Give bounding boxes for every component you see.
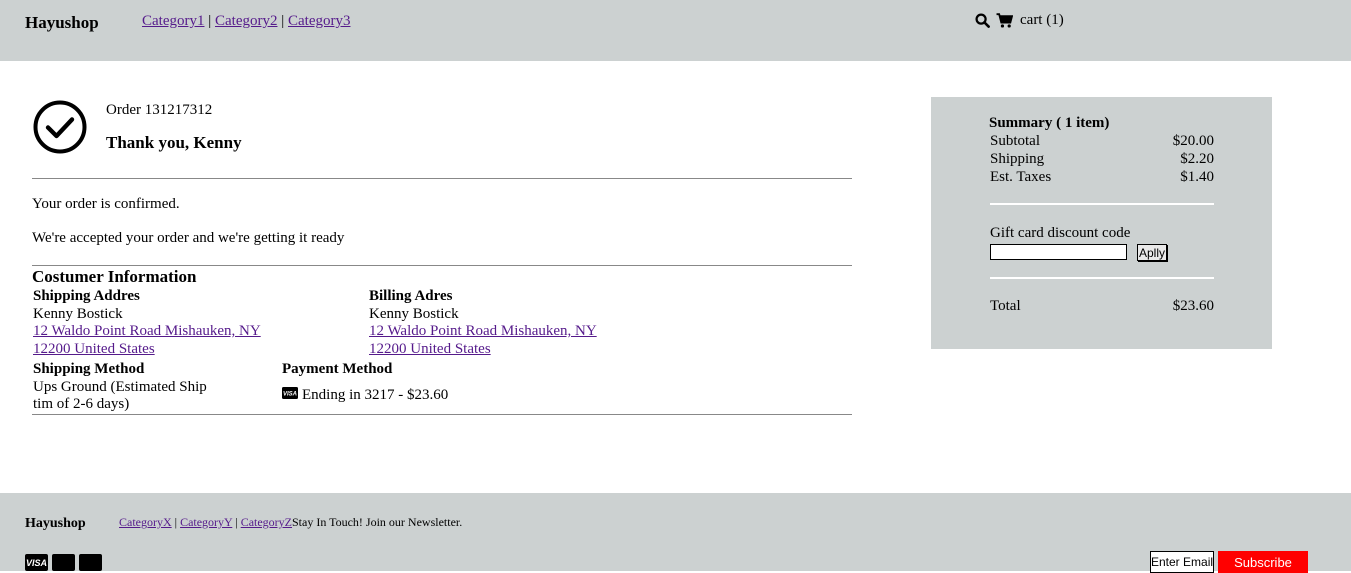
cart-icon[interactable]	[996, 13, 1013, 28]
summary-divider	[990, 203, 1214, 205]
shipping-address-line1[interactable]: 12 Waldo Point Road Mishauken, NY	[33, 323, 261, 339]
summary-divider	[990, 277, 1214, 279]
total-label: Total	[990, 298, 1021, 314]
gift-card-input[interactable]	[990, 244, 1127, 260]
nav-separator: |	[235, 515, 238, 529]
summary-row-taxes: Est. Taxes $1.40	[990, 169, 1214, 186]
top-header: Hayushop Category1 | Category2 | Categor…	[0, 0, 1351, 61]
summary-row-label: Est. Taxes	[990, 169, 1052, 185]
site-footer: Hayushop CategoryX | CategoryY | Categor…	[0, 493, 1351, 573]
order-number: Order 131217312	[106, 102, 213, 118]
summary-row-value: $20.00	[1172, 133, 1214, 149]
summary-row-total: Total $23.60	[990, 298, 1214, 315]
billing-address-line2[interactable]: 12200 United States	[369, 341, 491, 357]
header-tools: cart (1)	[975, 12, 1064, 29]
footer-link-categoryx[interactable]: CategoryX	[119, 515, 172, 529]
billing-address-line1[interactable]: 12 Waldo Point Road Mishauken, NY	[369, 323, 597, 339]
shipping-address-label: Shipping Addres	[33, 288, 140, 304]
summary-row-label: Shipping	[990, 151, 1045, 167]
billing-name: Kenny Bostick	[369, 305, 459, 322]
cart-link[interactable]: cart (1)	[1020, 12, 1064, 29]
shipping-method-line2: tim of 2-6 days)	[33, 396, 130, 412]
brand-logo[interactable]: Hayushop	[25, 13, 99, 33]
nav-separator: |	[174, 515, 178, 529]
nav-link-category2[interactable]: Category2	[215, 13, 277, 29]
card-icon	[52, 554, 75, 571]
summary-row-value: $2.20	[1180, 151, 1214, 167]
newsletter-email-input[interactable]	[1150, 551, 1214, 573]
nav-separator: |	[281, 13, 285, 29]
billing-address-label: Billing Adres	[369, 288, 453, 304]
footer-link-categoryy[interactable]: CategoryY	[180, 515, 232, 529]
shipping-method-label: Shipping Method	[33, 361, 145, 377]
nav-link-category1[interactable]: Category1	[142, 13, 204, 29]
footer-nav: CategoryX | CategoryY | CategoryZ	[119, 515, 292, 530]
footer-link-categoryz[interactable]: CategoryZ	[241, 515, 292, 529]
order-accepted-text: We're accepted your order and we're gett…	[32, 230, 345, 246]
subscribe-button[interactable]: Subscribe	[1218, 551, 1308, 573]
newsletter-text: Stay In Touch! Join our Newsletter.	[292, 515, 463, 529]
shipping-method-line1: Ups Ground (Estimated Ship	[33, 378, 207, 395]
order-summary-panel: Summary ( 1 item) Subtotal $20.00 Shippi…	[931, 97, 1272, 349]
card-icon	[79, 554, 102, 571]
shipping-address-block: Shipping Addres Kenny Bostick 12 Waldo P…	[33, 288, 261, 358]
customer-info-heading: Costumer Information	[32, 267, 197, 286]
payment-cards: VISA	[25, 554, 102, 571]
shipping-method-block: Shipping Method Ups Ground (Estimated Sh…	[33, 361, 207, 414]
visa-card-icon: VISA	[282, 386, 298, 405]
summary-row-shipping: Shipping $2.20	[990, 151, 1214, 168]
divider	[32, 178, 852, 179]
svg-text:VISA: VISA	[283, 391, 297, 397]
nav-separator: |	[208, 13, 212, 29]
order-confirmed-text: Your order is confirmed.	[32, 196, 180, 212]
check-circle-icon	[33, 100, 87, 159]
summary-row-subtotal: Subtotal $20.00	[990, 133, 1214, 150]
summary-title: Summary ( 1 item)	[989, 115, 1110, 131]
gift-card-label: Gift card discount code	[990, 225, 1131, 241]
footer-brand[interactable]: Hayushop	[25, 516, 86, 532]
total-value: $23.60	[1172, 298, 1214, 314]
summary-row-value: $1.40	[1180, 169, 1214, 185]
payment-method-block: Payment Method VISA Ending in 3217 - $23…	[282, 361, 448, 404]
payment-method-label: Payment Method	[282, 361, 393, 377]
thank-you-heading: Thank you, Kenny	[106, 133, 242, 152]
summary-row-label: Subtotal	[990, 133, 1041, 149]
main-nav: Category1 | Category2 | Category3	[142, 13, 350, 30]
nav-link-category3[interactable]: Category3	[288, 13, 350, 29]
shipping-name: Kenny Bostick	[33, 305, 123, 322]
divider	[32, 414, 852, 415]
visa-card-icon: VISA	[25, 554, 48, 571]
search-icon[interactable]	[975, 13, 990, 28]
apply-button[interactable]: Aplly	[1137, 244, 1167, 261]
shipping-address-line2[interactable]: 12200 United States	[33, 341, 155, 357]
divider	[32, 265, 852, 266]
payment-method-text: Ending in 3217 - $23.60	[302, 386, 449, 403]
billing-address-block: Billing Adres Kenny Bostick 12 Waldo Poi…	[369, 288, 597, 358]
